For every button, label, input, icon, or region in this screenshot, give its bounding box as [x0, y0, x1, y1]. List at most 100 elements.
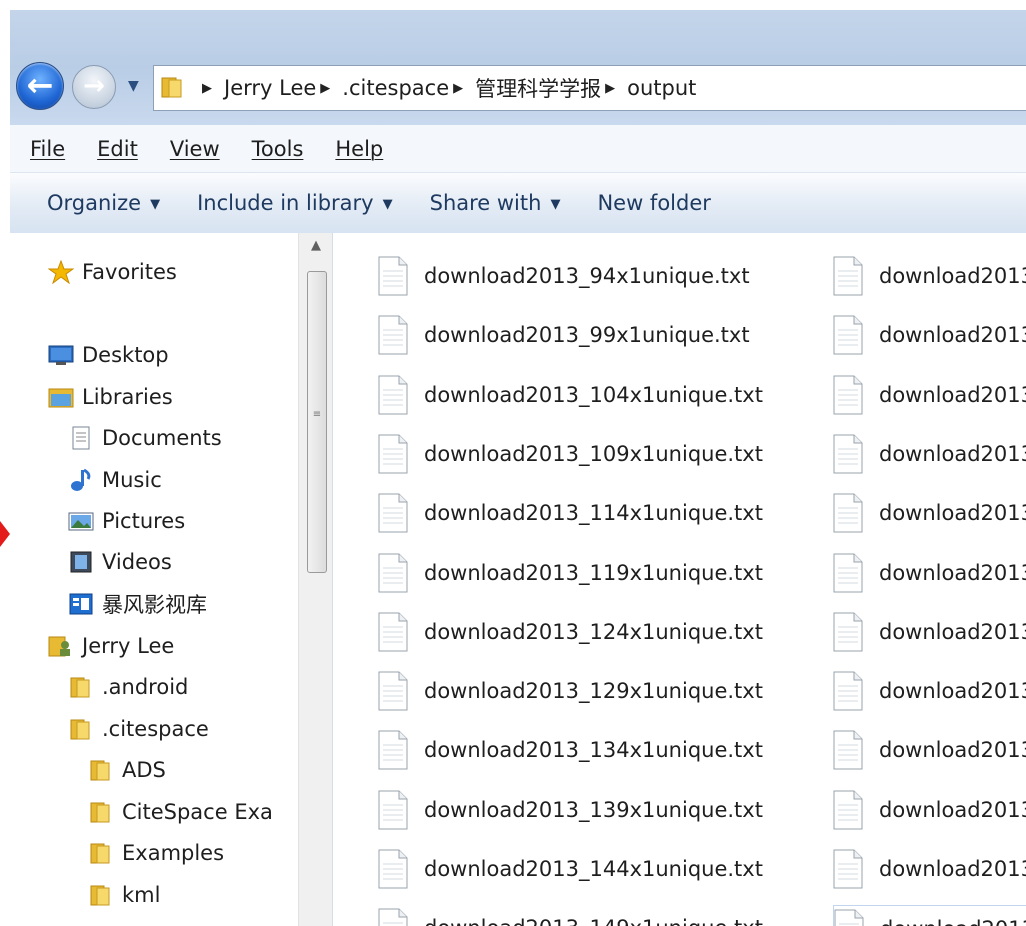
breadcrumb-segment[interactable]: Jerry Lee — [224, 76, 316, 100]
file-item[interactable]: download2013 — [833, 727, 1026, 773]
file-item[interactable]: download2013_119x1unique.txt — [378, 550, 763, 596]
nav-item-label: Examples — [122, 841, 225, 865]
text-file-icon — [378, 375, 408, 415]
toolbar-new-folder-button[interactable]: New folder — [597, 191, 710, 215]
nav-item-jerry-lee[interactable]: Jerry Lee — [48, 627, 174, 665]
file-item[interactable]: download2013_149x1unique.txt — [378, 905, 763, 926]
file-item[interactable]: download2013 — [833, 490, 1026, 536]
nav-item-citespace[interactable]: .citespace — [68, 710, 209, 748]
file-item[interactable]: download2013_139x1unique.txt — [378, 787, 763, 833]
nav-item-favorites[interactable]: Favorites — [47, 253, 177, 291]
nav-item-暴风影视库[interactable]: 暴风影视库 — [68, 585, 207, 623]
folder-icon — [88, 883, 114, 907]
text-file-icon — [378, 493, 408, 533]
file-name: download2013_149x1unique.txt — [424, 916, 763, 926]
grip-icon: ≡ — [312, 409, 322, 420]
file-name: download2013 — [879, 501, 1026, 526]
file-item[interactable]: download2013_99x1unique.txt — [378, 312, 750, 358]
toolbar-share-with-button[interactable]: Share with ▼ — [430, 191, 561, 215]
toolbar-organize-button[interactable]: Organize ▼ — [47, 191, 160, 215]
user-folder-icon — [48, 634, 74, 658]
nav-item-documents[interactable]: Documents — [68, 419, 222, 457]
file-name: download2013 — [880, 917, 1026, 926]
text-file-icon — [378, 256, 408, 296]
file-item[interactable]: download2013 — [833, 905, 1026, 926]
scrollbar-thumb[interactable]: ≡ — [307, 271, 327, 573]
address-bar[interactable]: ▶ Jerry Lee ▶ .citespace ▶ 管理科学学报 ▶ output — [153, 65, 1026, 111]
nav-item-ads[interactable]: ADS — [88, 751, 166, 789]
red-pointer-arrow — [0, 521, 10, 547]
file-item[interactable]: download2013_104x1unique.txt — [378, 372, 763, 418]
file-item[interactable]: download2013 — [833, 431, 1026, 477]
file-item[interactable]: download2013_129x1unique.txt — [378, 668, 763, 714]
file-item[interactable]: download2013_144x1unique.txt — [378, 846, 763, 892]
nav-item-label: CiteSpace Exa — [122, 800, 273, 824]
text-file-icon — [378, 671, 408, 711]
menu-tools[interactable]: Tools — [252, 137, 304, 161]
menu-edit[interactable]: Edit — [97, 137, 138, 161]
file-item[interactable]: download2013 — [833, 609, 1026, 655]
file-item[interactable]: download2013_124x1unique.txt — [378, 609, 763, 655]
recent-locations-dropdown[interactable]: ▼ — [128, 78, 144, 94]
file-name: download2013_119x1unique.txt — [424, 560, 763, 585]
file-item[interactable]: download2013_114x1unique.txt — [378, 490, 763, 536]
file-name: download2013_114x1unique.txt — [424, 501, 763, 526]
text-file-icon — [378, 849, 408, 889]
menu-help[interactable]: Help — [335, 137, 383, 161]
nav-item-desktop[interactable]: Desktop — [48, 336, 169, 374]
file-name: download2013 — [879, 679, 1026, 704]
file-item[interactable]: download2013_134x1unique.txt — [378, 727, 763, 773]
file-name: download2013_124x1unique.txt — [424, 619, 763, 644]
breadcrumb-separator-icon[interactable]: ▶ — [202, 81, 212, 96]
breadcrumb-segment[interactable]: .citespace — [342, 76, 449, 100]
nav-item-music[interactable]: Music — [68, 461, 162, 499]
file-name: download2013 — [879, 738, 1026, 763]
breadcrumb-segment[interactable]: 管理科学学报 — [475, 73, 601, 103]
menu-file[interactable]: File — [30, 137, 65, 161]
breadcrumb-separator-icon[interactable]: ▶ — [605, 81, 615, 96]
breadcrumb-separator-icon[interactable]: ▶ — [320, 81, 330, 96]
text-file-icon — [833, 612, 863, 652]
forward-button[interactable]: → — [72, 65, 116, 109]
breadcrumb-segment[interactable]: output — [627, 76, 696, 100]
nav-item-videos[interactable]: Videos — [68, 543, 172, 581]
file-item[interactable]: download2013_109x1unique.txt — [378, 431, 763, 477]
nav-item-android[interactable]: .android — [68, 668, 188, 706]
nav-item-label: .citespace — [102, 717, 209, 741]
text-file-icon — [833, 849, 863, 889]
file-item[interactable]: download2013 — [833, 372, 1026, 418]
nav-item-pictures[interactable]: Pictures — [68, 502, 185, 540]
file-item[interactable]: download2013 — [833, 846, 1026, 892]
text-file-icon — [833, 671, 863, 711]
nav-item-label: Jerry Lee — [82, 634, 175, 658]
media-library-icon — [68, 592, 94, 616]
file-item[interactable]: download2013 — [833, 668, 1026, 714]
folder-icon — [88, 758, 114, 782]
nav-item-citespace-exa[interactable]: CiteSpace Exa — [88, 793, 273, 831]
file-item[interactable]: download2013_94x1unique.txt — [378, 253, 750, 299]
toolbar-label: Share with — [429, 191, 542, 215]
nav-item-kml[interactable]: kml — [88, 876, 160, 914]
file-item[interactable]: download2013 — [833, 550, 1026, 596]
toolbar-include-in-library-button[interactable]: Include in library ▼ — [197, 191, 393, 215]
file-name: download2013_144x1unique.txt — [424, 857, 763, 881]
libraries-icon — [48, 385, 74, 409]
nav-item-nsf[interactable]: NSF — [88, 917, 163, 926]
text-file-icon — [378, 612, 408, 652]
text-file-icon — [834, 909, 864, 926]
text-file-icon — [378, 908, 408, 926]
file-name: download2013 — [879, 323, 1026, 348]
nav-item-libraries[interactable]: Libraries — [48, 378, 173, 416]
breadcrumb-separator-icon[interactable]: ▶ — [453, 81, 463, 96]
file-item[interactable]: download2013 — [833, 787, 1026, 833]
toolbar-label: Include in library — [197, 191, 374, 215]
menu-view[interactable]: View — [170, 137, 220, 161]
file-item[interactable]: download2013 — [833, 253, 1026, 299]
nav-scrollbar[interactable]: ▲ ≡ — [298, 233, 332, 926]
music-icon — [68, 468, 94, 492]
file-item[interactable]: download2013 — [833, 312, 1026, 358]
scroll-up-icon[interactable]: ▲ — [299, 233, 332, 259]
back-button[interactable]: ← — [16, 62, 64, 110]
documents-icon — [68, 426, 94, 450]
nav-item-examples[interactable]: Examples — [88, 834, 224, 872]
